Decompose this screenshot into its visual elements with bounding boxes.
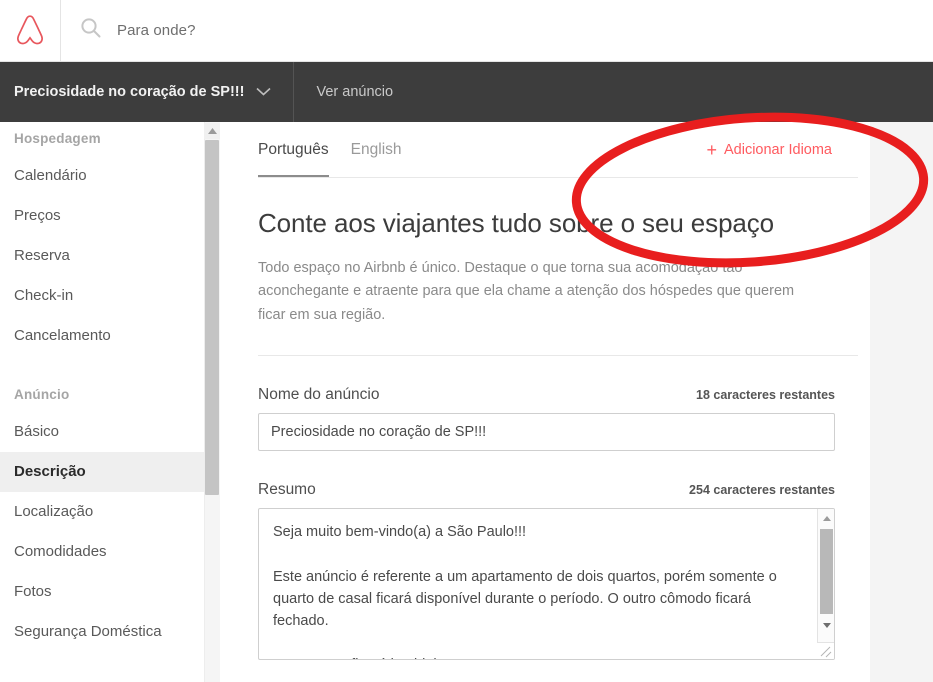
sidebar-group-divider: [0, 356, 204, 378]
content-body: Conte aos viajantes tudo sobre o seu esp…: [221, 208, 870, 661]
summary-textarea-text[interactable]: Seja muito bem-vindo(a) a São Paulo!!! E…: [259, 509, 817, 659]
tab-english[interactable]: English: [351, 122, 402, 178]
summary-textarea[interactable]: Seja muito bem-vindo(a) a São Paulo!!! E…: [258, 508, 835, 661]
summary-label: Resumo: [258, 481, 316, 499]
add-language-button[interactable]: + Adicionar Idioma: [706, 141, 858, 159]
sidebar-item-seguranca-domestica[interactable]: Segurança Doméstica: [0, 612, 204, 652]
listing-selector-dropdown[interactable]: Preciosidade no coração de SP!!!: [0, 62, 295, 122]
section-divider: [258, 355, 858, 357]
sidebar-navigation: Hospedagem Calendário Preços Reserva Che…: [0, 122, 205, 682]
listing-subheader: Preciosidade no coração de SP!!! Ver anú…: [0, 62, 933, 122]
main-content-panel: Português English + Adicionar Idioma Con…: [221, 122, 870, 682]
plus-icon: +: [706, 140, 717, 160]
sidebar-group-label-hosting: Hospedagem: [14, 131, 101, 146]
sidebar-scroll-up-arrow-icon[interactable]: [204, 123, 220, 139]
sidebar-item-checkin[interactable]: Check-in: [0, 276, 204, 316]
sidebar-item-fotos[interactable]: Fotos: [0, 572, 204, 612]
summary-scroll-up-arrow-icon[interactable]: [818, 510, 834, 527]
search-bar[interactable]: Para onde?: [61, 0, 933, 61]
summary-textarea-scrollbar-track[interactable]: [817, 509, 834, 660]
sidebar-item-reserva[interactable]: Reserva: [0, 236, 204, 276]
page-description: Todo espaço no Airbnb é único. Destaque …: [258, 260, 795, 323]
tab-portugues[interactable]: Português: [258, 122, 329, 178]
page-title: Conte aos viajantes tudo sobre o seu esp…: [258, 208, 775, 238]
right-gutter: [870, 122, 933, 682]
sidebar-item-localizacao[interactable]: Localização: [0, 492, 204, 532]
view-listing-link[interactable]: Ver anúncio: [294, 84, 415, 100]
language-tabs-row: Português English + Adicionar Idioma: [221, 122, 870, 178]
search-icon: [79, 16, 103, 45]
summary-scroll-down-arrow-icon[interactable]: [818, 617, 834, 634]
add-language-label: Adicionar Idioma: [724, 142, 832, 158]
sidebar-item-precos[interactable]: Preços: [0, 196, 204, 236]
summary-resize-grip-icon[interactable]: [817, 642, 834, 660]
listing-title-field-block: Nome do anúncio 18 caracteres restantes: [258, 386, 858, 452]
sidebar-item-comodidades[interactable]: Comodidades: [0, 532, 204, 572]
sidebar-item-descricao[interactable]: Descrição: [0, 452, 204, 492]
summary-field-block: Resumo 254 caracteres restantes Seja mui…: [258, 481, 858, 661]
listing-title-char-counter: 18 caracteres restantes: [696, 388, 835, 403]
sidebar-scrollbar-thumb[interactable]: [205, 140, 219, 495]
listing-selector-label: Preciosidade no coração de SP!!!: [14, 84, 245, 100]
listing-title-label: Nome do anúncio: [258, 386, 380, 404]
listing-title-input[interactable]: [258, 413, 835, 452]
sidebar-item-basico[interactable]: Básico: [0, 412, 204, 452]
summary-scrollbar-thumb[interactable]: [820, 529, 833, 615]
sidebar-item-cancelamento[interactable]: Cancelamento: [0, 316, 204, 356]
chevron-down-icon: [256, 83, 272, 101]
app-window: Para onde? Preciosidade no coração de SP…: [0, 0, 933, 682]
top-navigation-bar: Para onde?: [0, 0, 933, 62]
airbnb-belo-logo-icon[interactable]: [0, 0, 61, 61]
summary-field-header: Resumo 254 caracteres restantes: [258, 481, 835, 499]
search-placeholder-text: Para onde?: [117, 22, 196, 39]
summary-char-counter: 254 caracteres restantes: [689, 483, 835, 498]
tabs-bottom-border: [258, 177, 858, 178]
sidebar-group-label-listing: Anúncio: [14, 387, 70, 402]
listing-title-field-header: Nome do anúncio 18 caracteres restantes: [258, 386, 835, 404]
sidebar-item-calendario[interactable]: Calendário: [0, 156, 204, 196]
